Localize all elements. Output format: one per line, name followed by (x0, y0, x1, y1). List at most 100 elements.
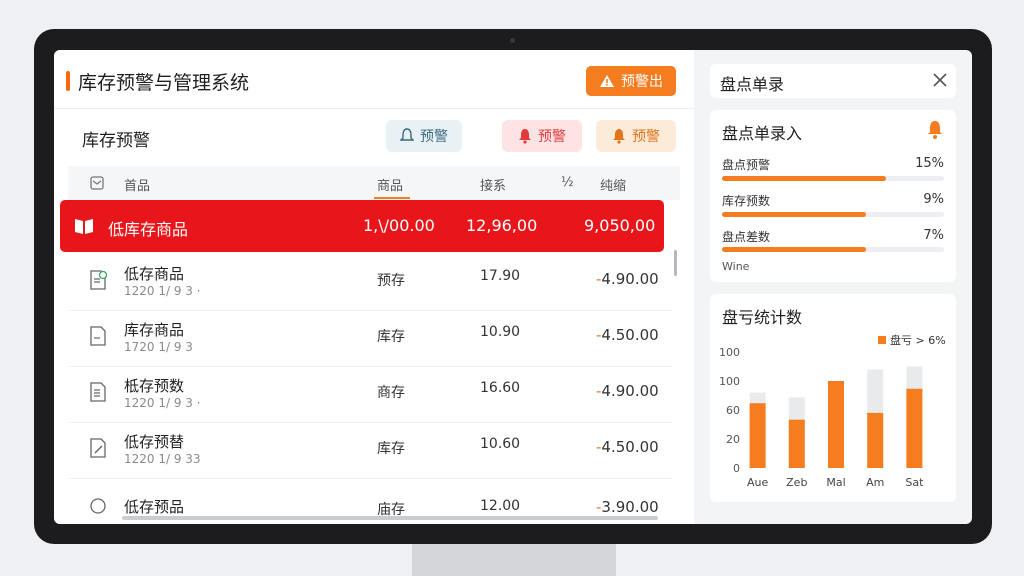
doc-lines-icon (90, 382, 106, 402)
table-header: 首品 商品 接系 ½ 纯缩 (68, 166, 680, 200)
filter-pill-teal[interactable]: 预警 (386, 120, 462, 152)
row-amount: -3.90.00 (596, 498, 659, 516)
column-header[interactable]: ½ (561, 175, 574, 190)
row-qty: 17.90 (480, 268, 521, 284)
table-row[interactable]: 柢存预数 1220 1/ 9 3 · 商存 16.60 -4.90.00 (68, 366, 672, 423)
row-name: 低存预替 (124, 433, 185, 451)
doc-icon (90, 326, 106, 346)
sidebar-title: 盘点单录 (720, 75, 785, 94)
row-name: 低存商品 (124, 265, 185, 283)
stat-value: 7% (923, 228, 944, 243)
column-header[interactable]: 首品 (124, 175, 150, 194)
alert-button-label: 预警出 (621, 74, 663, 90)
row-amount: -4.90.00 (596, 382, 659, 400)
title-accent-bar (66, 71, 70, 91)
bar[interactable] (828, 381, 844, 468)
entry-card: 盘点单录入 盘点预警 15% 库存预数 9% 盘点差数 7% Wine (710, 110, 956, 282)
row-amount: -4.50.00 (596, 438, 659, 456)
stat-progress-fill (722, 247, 867, 252)
table-row[interactable]: 低存商品 1220 1/ 9 3 · 预存 17.90 -4.90.00 (68, 254, 672, 311)
warning-icon (599, 74, 615, 88)
row-sub: 1220 1/ 9 3 · (124, 396, 201, 410)
filter-pill-red[interactable]: 预警 (502, 120, 582, 152)
stat-label: 盘点差数 (722, 230, 771, 244)
app-header: 库存预警与管理系统 预警出 (54, 50, 694, 109)
stat-progress (722, 247, 944, 252)
x-tick-label: Zeb (786, 476, 807, 489)
bell-outline-icon (400, 128, 414, 141)
column-header[interactable]: 接系 (480, 175, 506, 194)
stats-title: 盘亏统计数 (722, 308, 803, 327)
inventory-title: 库存预警 (82, 131, 150, 151)
row-sub: 1220 1/ 9 33 (124, 452, 201, 466)
stat-progress-fill (722, 212, 867, 217)
row-type: 库存 (377, 329, 405, 345)
checkbox-icon[interactable] (90, 176, 104, 190)
table-row-highlighted[interactable]: 低库存商品 1,\/00.00 12,96,00 9,050,00 (60, 200, 664, 252)
row-qty: 10.90 (480, 324, 521, 340)
screen: 库存预警与管理系统 预警出 库存预警 预警 预警 预警 首品 商品 接系 ½ 纯… (54, 50, 972, 524)
column-header[interactable]: 商品 (377, 175, 403, 194)
row-qty: 12.00 (480, 498, 521, 514)
y-tick-label: 0 (733, 462, 740, 475)
vertical-scrollbar[interactable] (674, 250, 677, 276)
bar[interactable] (867, 412, 884, 468)
row-qty: 10.60 (480, 436, 521, 452)
row-name: 低库存商品 (108, 220, 189, 239)
horizontal-scrollbar[interactable] (122, 516, 658, 520)
book-icon (75, 219, 93, 234)
stat-progress (722, 212, 944, 217)
row-type: 商存 (377, 385, 405, 401)
doc-edit-icon (90, 438, 106, 458)
bar[interactable] (788, 419, 805, 468)
row-sub: 1220 1/ 9 3 · (124, 284, 201, 298)
main-panel: 库存预警与管理系统 预警出 库存预警 预警 预警 预警 首品 商品 接系 ½ 纯… (54, 50, 694, 524)
stat-value: 9% (923, 192, 944, 207)
bell-icon (613, 129, 625, 144)
filter-pill-orange[interactable]: 预警 (596, 120, 676, 152)
camera-dot (510, 38, 515, 43)
stats-card: 盘亏统计数 盘亏 > 6% 100 100 60 20 0 Aue Zeb Mal Am Sat (710, 294, 956, 502)
entry-title: 盘点单录入 (722, 124, 803, 143)
stat-label: 盘点预警 (722, 158, 771, 172)
column-header[interactable]: 纯缩 (600, 175, 626, 194)
doc-check-icon (90, 270, 107, 290)
close-icon[interactable] (930, 70, 950, 90)
x-tick-label: Am (866, 476, 884, 489)
x-tick-label: Sat (905, 476, 924, 489)
stat-progress-fill (722, 176, 887, 181)
legend-swatch (878, 336, 886, 344)
monitor-stand (412, 540, 616, 576)
bell-icon (519, 129, 531, 144)
bell-icon[interactable] (926, 120, 944, 140)
row-name: 低存预品 (124, 498, 185, 516)
footnote: Wine (722, 260, 750, 273)
alert-button[interactable]: 预警出 (586, 66, 676, 96)
table-row[interactable]: 低存预替 1220 1/ 9 33 库存 10.60 -4.50.00 (68, 422, 672, 479)
sort-indicator (374, 197, 410, 199)
y-tick-label: 100 (719, 375, 740, 388)
filter-pill-label: 预警 (420, 129, 448, 145)
stat-progress (722, 176, 944, 181)
bar[interactable] (906, 388, 923, 468)
row-type: 预存 (377, 273, 405, 289)
table-row[interactable]: 库存商品 1720 1/ 9 3 库存 10.90 -4.50.00 (68, 310, 672, 367)
filter-pill-label: 预警 (538, 129, 566, 145)
row-type: 库存 (377, 441, 405, 457)
circle-icon (90, 498, 106, 514)
y-tick-label: 20 (726, 433, 740, 446)
loss-bar-chart: 100 100 60 20 0 Aue Zeb Mal Am Sat (719, 346, 924, 489)
x-tick-label: Mal (826, 476, 845, 489)
row-sub: 1720 1/ 9 3 (124, 340, 193, 354)
filter-pill-label: 预警 (632, 129, 660, 145)
row-name: 柢存预数 (124, 377, 185, 395)
row-amount: -4.50.00 (596, 326, 659, 344)
row-value: 1,\/00.00 (363, 216, 435, 235)
x-tick-label: Aue (747, 476, 768, 489)
bar[interactable] (749, 403, 766, 468)
row-amount: -4.90.00 (596, 270, 659, 288)
stat-value: 15% (915, 156, 944, 171)
y-tick-label: 100 (719, 346, 740, 359)
row-name: 库存商品 (124, 321, 185, 339)
row-value: 9,050,00 (584, 216, 656, 235)
